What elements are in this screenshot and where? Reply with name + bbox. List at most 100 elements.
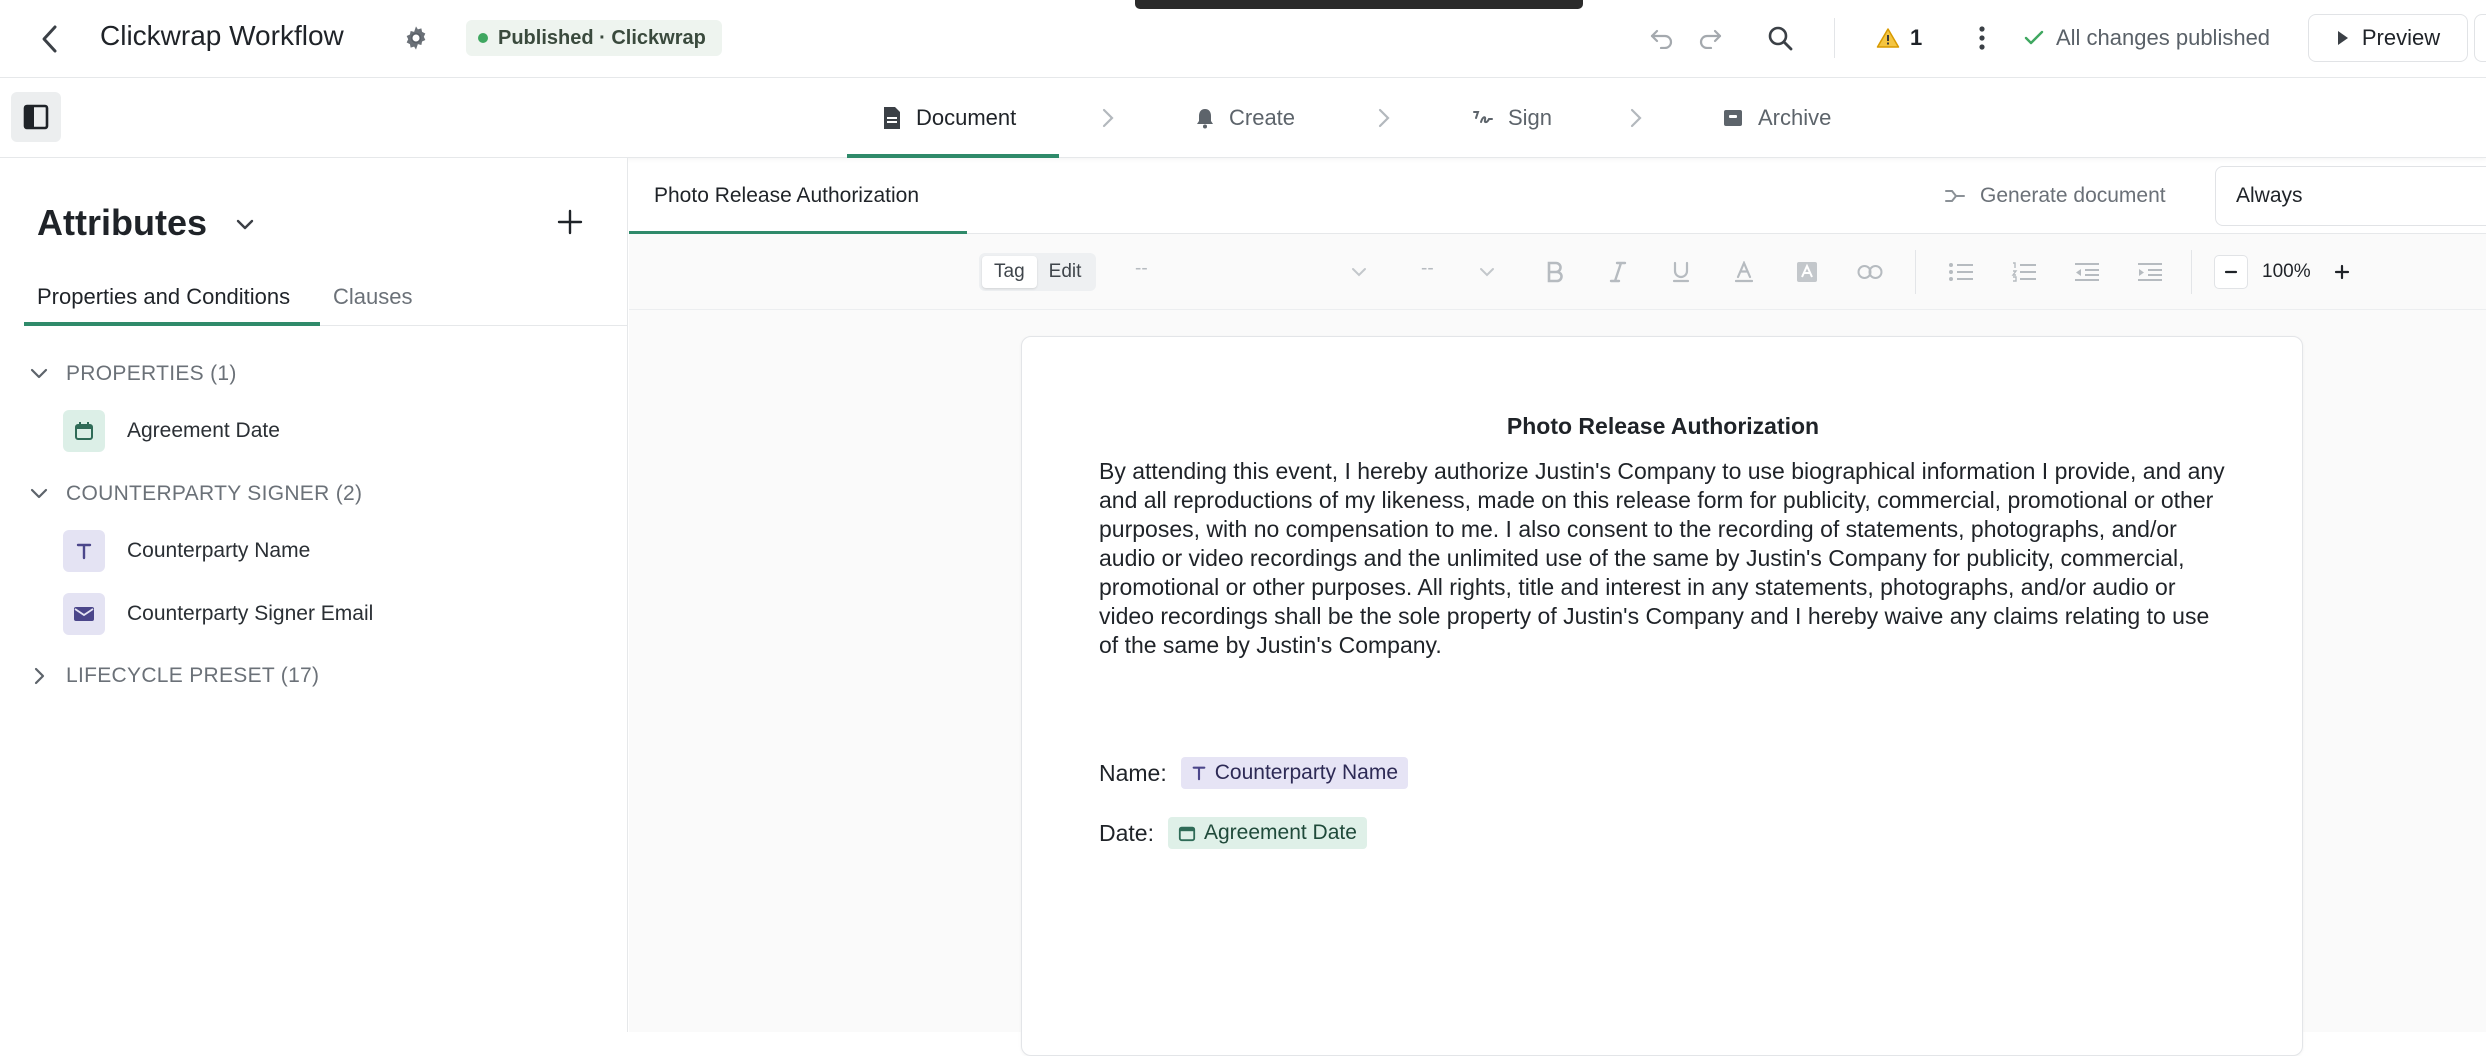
font-size-select[interactable]: -- — [1421, 258, 1434, 280]
group-lifecycle-preset[interactable]: LIFECYCLE PRESET (17) — [28, 656, 319, 696]
step-archive-label: Archive — [1758, 105, 1832, 130]
settings-button[interactable] — [398, 20, 434, 56]
vertical-dots-icon — [1979, 26, 1985, 50]
step-document[interactable]: Document — [882, 78, 1016, 158]
play-icon — [2337, 31, 2348, 45]
redo-icon — [1699, 29, 1722, 49]
bold-button[interactable] — [1539, 256, 1571, 288]
sidebar-title: Attributes — [37, 202, 207, 243]
attribute-label: Counterparty Name — [127, 539, 311, 562]
attributes-dropdown-toggle[interactable] — [232, 212, 258, 238]
mode-tag[interactable]: Tag — [982, 256, 1037, 288]
tag-label: Counterparty Name — [1214, 761, 1398, 784]
published-dot — [478, 33, 488, 43]
tab-properties-and-conditions[interactable]: Properties and Conditions — [37, 268, 290, 326]
italic-button[interactable] — [1602, 256, 1634, 288]
chevron-down-icon — [1480, 268, 1494, 277]
group-properties[interactable]: PROPERTIES (1) — [28, 354, 237, 394]
text-type-icon — [1192, 766, 1206, 781]
mode-edit[interactable]: Edit — [1037, 256, 1094, 288]
bullet-list-button[interactable] — [1945, 256, 1977, 288]
editor-toolbar: Tag Edit -- -- 100% — [629, 234, 2486, 310]
indent-button[interactable] — [2134, 256, 2166, 288]
preview-button[interactable]: Preview — [2308, 14, 2468, 62]
workflow-title: Clickwrap Workflow — [100, 20, 344, 51]
bold-icon — [1547, 261, 1563, 283]
name-label: Name: — [1099, 759, 1167, 786]
text-style-select[interactable]: -- — [1135, 258, 1148, 280]
attributes-sidebar: Attributes Properties and Conditions Cla… — [0, 158, 628, 1032]
text-type-icon — [63, 530, 105, 572]
step-sign-label: Sign — [1508, 105, 1553, 130]
document-page[interactable]: Photo Release Authorization By attending… — [1021, 336, 2303, 1056]
toolbar-divider — [1915, 250, 1916, 294]
outdent-button[interactable] — [2071, 256, 2103, 288]
toolbar-divider — [2191, 250, 2192, 294]
zoom-in-button[interactable] — [2325, 255, 2359, 289]
numbered-list-icon — [2011, 262, 2036, 282]
text-color-button[interactable] — [1728, 256, 1760, 288]
step-create[interactable]: Create — [1195, 78, 1295, 158]
numbered-list-button[interactable] — [2008, 256, 2040, 288]
group-label: PROPERTIES (1) — [66, 362, 237, 385]
status-badge: Published · Clickwrap — [466, 20, 722, 56]
zoom-control: 100% — [2214, 254, 2359, 290]
counterparty-name-tag[interactable]: Counterparty Name — [1180, 757, 1408, 789]
warnings-button[interactable]: 1 — [1876, 20, 1922, 56]
text-style-dropdown[interactable] — [1343, 256, 1375, 288]
link-icon — [1857, 265, 1883, 279]
undo-icon — [1650, 29, 1673, 49]
attribute-agreement-date[interactable]: Agreement Date — [63, 409, 280, 453]
top-header: Clickwrap Workflow Published · Clickwrap — [0, 0, 2486, 78]
more-options-button[interactable] — [1964, 20, 2000, 56]
generate-document-text: Generate document — [1980, 184, 2166, 207]
calendar-icon — [1178, 826, 1196, 842]
outdent-icon — [2075, 263, 2099, 281]
indent-icon — [2138, 263, 2162, 281]
archive-box-icon — [1724, 110, 1742, 126]
zoom-out-button[interactable] — [2214, 255, 2248, 289]
warning-triangle-icon — [1876, 28, 1900, 48]
tab-clauses[interactable]: Clauses — [333, 268, 412, 326]
check-icon — [2024, 30, 2044, 45]
document-title: Photo Release Authorization — [1506, 413, 1820, 439]
step-chevron — [1094, 104, 1122, 132]
chevron-right-icon — [1630, 108, 1642, 128]
agreement-date-tag[interactable]: Agreement Date — [1167, 817, 1367, 849]
tab-photo-release-authorization[interactable]: Photo Release Authorization — [654, 158, 919, 234]
plus-icon — [2334, 264, 2349, 280]
attribute-counterparty-signer-email[interactable]: Counterparty Signer Email — [63, 592, 373, 636]
date-line: Date: Agreement Date — [1099, 817, 1367, 849]
document-body-text[interactable]: By attending this event, I hereby author… — [1099, 457, 2229, 660]
step-chevron — [1370, 104, 1398, 132]
window-drag-handle[interactable] — [1135, 0, 1583, 9]
highlight-button[interactable] — [1791, 256, 1823, 288]
group-counterparty-signer[interactable]: COUNTERPARTY SIGNER (2) — [28, 474, 362, 514]
date-label: Date: — [1099, 819, 1154, 846]
underline-icon — [1672, 261, 1690, 283]
font-size-dropdown[interactable] — [1471, 256, 1503, 288]
underline-button[interactable] — [1665, 256, 1697, 288]
sidebar-toggle-button[interactable] — [11, 92, 61, 142]
generate-condition-select[interactable]: Always — [2215, 166, 2486, 226]
italic-icon — [1609, 261, 1627, 283]
search-button[interactable] — [1762, 20, 1798, 56]
text-color-icon — [1735, 261, 1753, 283]
bullet-list-icon — [1949, 263, 1973, 281]
active-tab-indicator — [24, 322, 320, 326]
step-create-label: Create — [1229, 105, 1296, 130]
document-canvas: Photo Release Authorization By attending… — [629, 310, 2486, 1056]
bell-icon — [1197, 109, 1213, 129]
undo-button[interactable] — [1644, 20, 1680, 56]
add-attribute-button[interactable] — [550, 202, 590, 242]
attribute-counterparty-name[interactable]: Counterparty Name — [63, 529, 310, 573]
link-button[interactable] — [1854, 256, 1886, 288]
header-extra-button[interactable] — [2474, 14, 2486, 62]
chevron-down-icon — [30, 368, 48, 379]
redo-button[interactable] — [1692, 20, 1728, 56]
header-divider — [1834, 18, 1835, 58]
step-sign[interactable]: Sign — [1472, 78, 1552, 158]
back-button[interactable] — [30, 19, 70, 59]
attribute-label: Counterparty Signer Email — [127, 602, 374, 625]
step-archive[interactable]: Archive — [1722, 78, 1831, 158]
